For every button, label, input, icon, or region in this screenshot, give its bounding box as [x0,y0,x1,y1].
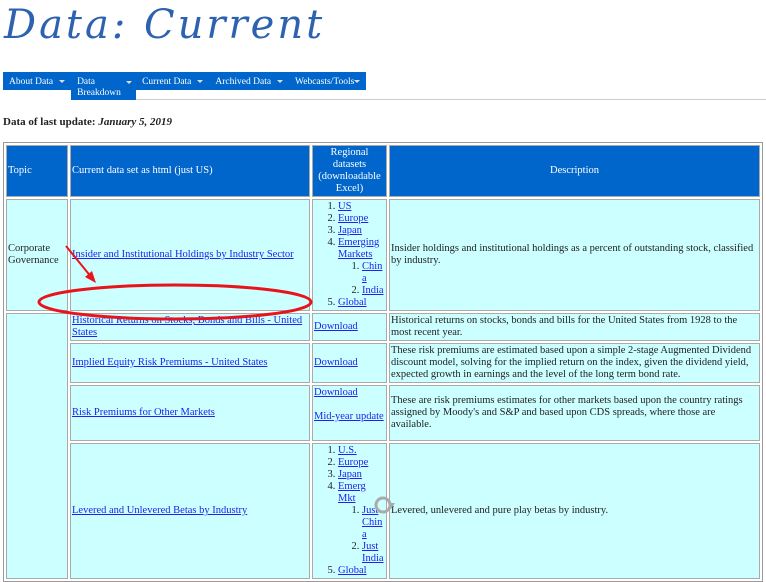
table-row: Risk Premiums for Other Markets Download… [6,385,760,441]
description-cell: Insider holdings and institutional holdi… [389,199,760,311]
nav-data-breakdown[interactable]: Data Breakdown [71,72,137,100]
regional-sub-link[interactable]: China [362,261,382,284]
nav-label: Archived Data [215,77,272,87]
nav-current-data[interactable]: Current Data [136,72,209,90]
topic-cell [6,313,68,579]
download-link[interactable]: Download [314,321,358,332]
nav-label: Current Data [142,77,192,87]
download-link[interactable]: Download [314,357,358,368]
regional-link[interactable]: US [338,201,351,212]
table-row: Corporate Governance Insider and Institu… [6,199,760,311]
nav-divider [136,99,766,100]
current-link[interactable]: Insider and Institutional Holdings by In… [72,249,294,260]
description-cell: These risk premiums are estimated based … [389,343,760,383]
caret-down-icon [59,80,66,84]
table-header-row: Topic Current data set as html (just US)… [6,145,760,197]
regional-cell: US Europe Japan Emerging Markets ChinaIn… [312,199,387,311]
last-update-date: January 5, 2019 [98,116,172,128]
page-title-logo: Data: Current [4,2,326,48]
regional-link[interactable]: Global [338,297,367,308]
current-cell: Risk Premiums for Other Markets [70,385,310,441]
regional-cell: Download [312,313,387,341]
current-link[interactable]: Risk Premiums for Other Markets [72,407,215,418]
regional-cell: Download Mid-year update [312,385,387,441]
download-link[interactable]: Download [314,387,358,398]
regional-sub-link[interactable]: Just India [362,541,384,564]
caret-down-icon [277,80,284,84]
nav-about-data[interactable]: About Data [3,72,71,90]
table-row: Levered and Unlevered Betas by Industry … [6,443,760,579]
regional-sub-link[interactable]: India [362,285,384,296]
header-regional: Regional datasets (downloadable Excel) [312,145,387,197]
nav-webcasts-tools[interactable]: Webcasts/Tools [289,72,366,90]
current-cell: Implied Equity Risk Premiums - United St… [70,343,310,383]
current-link[interactable]: Levered and Unlevered Betas by Industry [72,505,247,516]
caret-down-icon [126,81,133,84]
header-description-label: Description [550,165,599,176]
regional-link[interactable]: Emerging Markets [338,237,379,260]
nav-label: Webcasts/Tools [295,77,355,87]
current-link[interactable]: Implied Equity Risk Premiums - United St… [72,357,267,368]
regional-link[interactable]: Japan [338,469,362,480]
regional-link[interactable]: U.S. [338,445,357,456]
nav-archived-data[interactable]: Archived Data [209,72,289,90]
regional-cell: Download [312,343,387,383]
last-update-label: Data of last update: [3,116,96,128]
description-cell: Levered, unlevered and pure play betas b… [389,443,760,579]
nav-label: Data Breakdown [77,77,121,98]
regional-link[interactable]: Europe [338,213,368,224]
data-table: Topic Current data set as html (just US)… [3,142,763,582]
regional-cell: U.S. Europe Japan Emerg Mkt Just ChinaJu… [312,443,387,579]
last-update: Data of last update: January 5, 2019 [3,116,172,128]
table-row: Historical Returns on Stocks, Bonds and … [6,313,760,579]
main-nav: About Data Data Breakdown Current Data A… [3,72,367,100]
current-cell: Insider and Institutional Holdings by In… [70,199,310,311]
header-current: Current data set as html (just US) [70,145,310,197]
mid-year-update-link[interactable]: Mid-year update [314,411,384,422]
current-cell: Historical Returns on Stocks, Bonds and … [70,313,310,341]
table-row: Implied Equity Risk Premiums - United St… [6,343,760,383]
caret-down-icon [197,80,204,84]
regional-sub-link[interactable]: Just China [362,505,382,540]
header-topic: Topic [6,145,68,197]
description-cell: Historical returns on stocks, bonds and … [389,313,760,341]
regional-link[interactable]: Emerg Mkt [338,481,366,504]
current-link[interactable]: Historical Returns on Stocks, Bonds and … [72,315,302,338]
caret-down-icon [354,80,361,84]
description-cell: These are risk premiums estimates for ot… [389,385,760,441]
topic-cell: Corporate Governance [6,199,68,311]
current-cell: Levered and Unlevered Betas by Industry [70,443,310,579]
regional-link[interactable]: Japan [338,225,362,236]
regional-link[interactable]: Global [338,565,367,576]
header-description: Description [389,145,760,197]
nav-label: About Data [9,77,54,87]
regional-link[interactable]: Europe [338,457,368,468]
